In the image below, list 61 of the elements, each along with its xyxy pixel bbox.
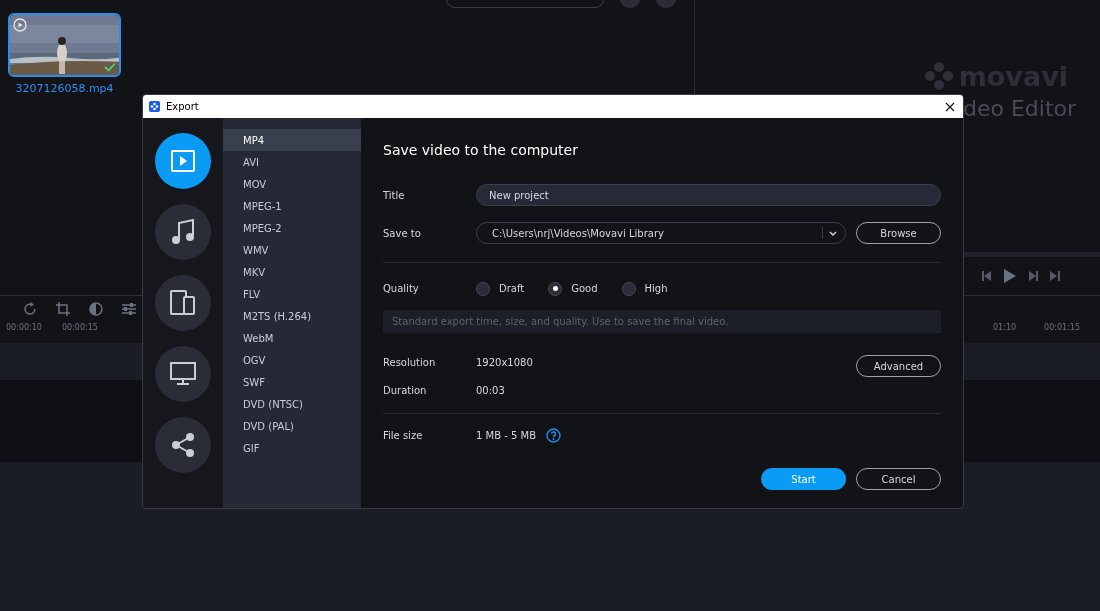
dialog-title: Export	[166, 100, 199, 114]
step-forward-icon[interactable]	[1027, 270, 1039, 282]
field-label: Save to	[383, 226, 422, 241]
format-item[interactable]: MP4	[223, 129, 361, 151]
format-item[interactable]: DVD (PAL)	[223, 415, 361, 437]
file-name: 3207126058.mp4	[15, 81, 114, 97]
format-item[interactable]: MPEG-1	[223, 195, 361, 217]
format-item[interactable]: M2TS (H.264)	[223, 305, 361, 327]
category-button[interactable]	[155, 133, 211, 189]
monitor-icon	[170, 362, 196, 386]
play-icon	[13, 18, 27, 32]
quality-radio[interactable]: Good	[548, 281, 598, 296]
time-label: 00:00:15	[61, 322, 98, 334]
dialog-heading: Save video to the computer	[383, 141, 579, 160]
product-name: deo Editor	[963, 96, 1077, 121]
share-icon	[170, 432, 196, 458]
time-label: 00:01:15	[1044, 322, 1080, 334]
quality-radio[interactable]: High	[621, 281, 668, 296]
field-label: Resolution	[383, 355, 437, 370]
title-field[interactable]: New project	[476, 184, 941, 206]
format-item[interactable]: MPEG-2	[223, 217, 361, 239]
app-icon	[149, 101, 160, 112]
color-icon[interactable]	[88, 301, 104, 317]
format-item[interactable]: FLV	[223, 283, 361, 305]
quality-radio[interactable]: Draft	[476, 281, 525, 296]
step-back-icon[interactable]	[981, 270, 993, 282]
field-label: Title	[383, 188, 406, 203]
format-item[interactable]: MOV	[223, 173, 361, 195]
resolution-value: 1920x1080	[476, 355, 534, 370]
time-label: 01:10	[993, 322, 1017, 334]
file-size-value: 1 MB - 5 MB	[476, 429, 537, 443]
format-item[interactable]: GIF	[223, 437, 361, 459]
close-icon	[945, 101, 955, 112]
devices-icon	[170, 290, 196, 316]
redo-icon[interactable]	[22, 301, 38, 317]
chevron-down-icon	[829, 230, 837, 236]
format-item[interactable]: SWF	[223, 371, 361, 393]
format-item[interactable]: OGV	[223, 349, 361, 371]
format-item[interactable]: WebM	[223, 327, 361, 349]
field-label: File size	[383, 429, 424, 443]
sliders-icon[interactable]	[121, 301, 137, 317]
format-item[interactable]: MKV	[223, 261, 361, 283]
category-button[interactable]	[155, 417, 211, 473]
format-item[interactable]: DVD (NTSC)	[223, 393, 361, 415]
category-button[interactable]	[155, 346, 211, 402]
field-label: Duration	[383, 384, 428, 398]
quality-description: Standard export time, size, and quality. Use to save the final video.	[383, 310, 941, 333]
format-item[interactable]: WMV	[223, 239, 361, 261]
logo-icon	[924, 62, 953, 90]
time-label: 00:00:10	[6, 322, 42, 334]
music-note-icon	[171, 219, 195, 245]
play-icon[interactable]	[1003, 269, 1017, 283]
video-icon	[171, 150, 195, 172]
format-item[interactable]: AVI	[223, 151, 361, 173]
category-button[interactable]	[155, 275, 211, 331]
help-icon[interactable]	[546, 428, 562, 443]
field-label: Quality	[383, 282, 420, 296]
crop-icon[interactable]	[55, 301, 71, 317]
category-button[interactable]	[155, 204, 211, 260]
skip-forward-icon[interactable]	[1049, 270, 1061, 282]
duration-value: 00:03	[476, 384, 505, 398]
